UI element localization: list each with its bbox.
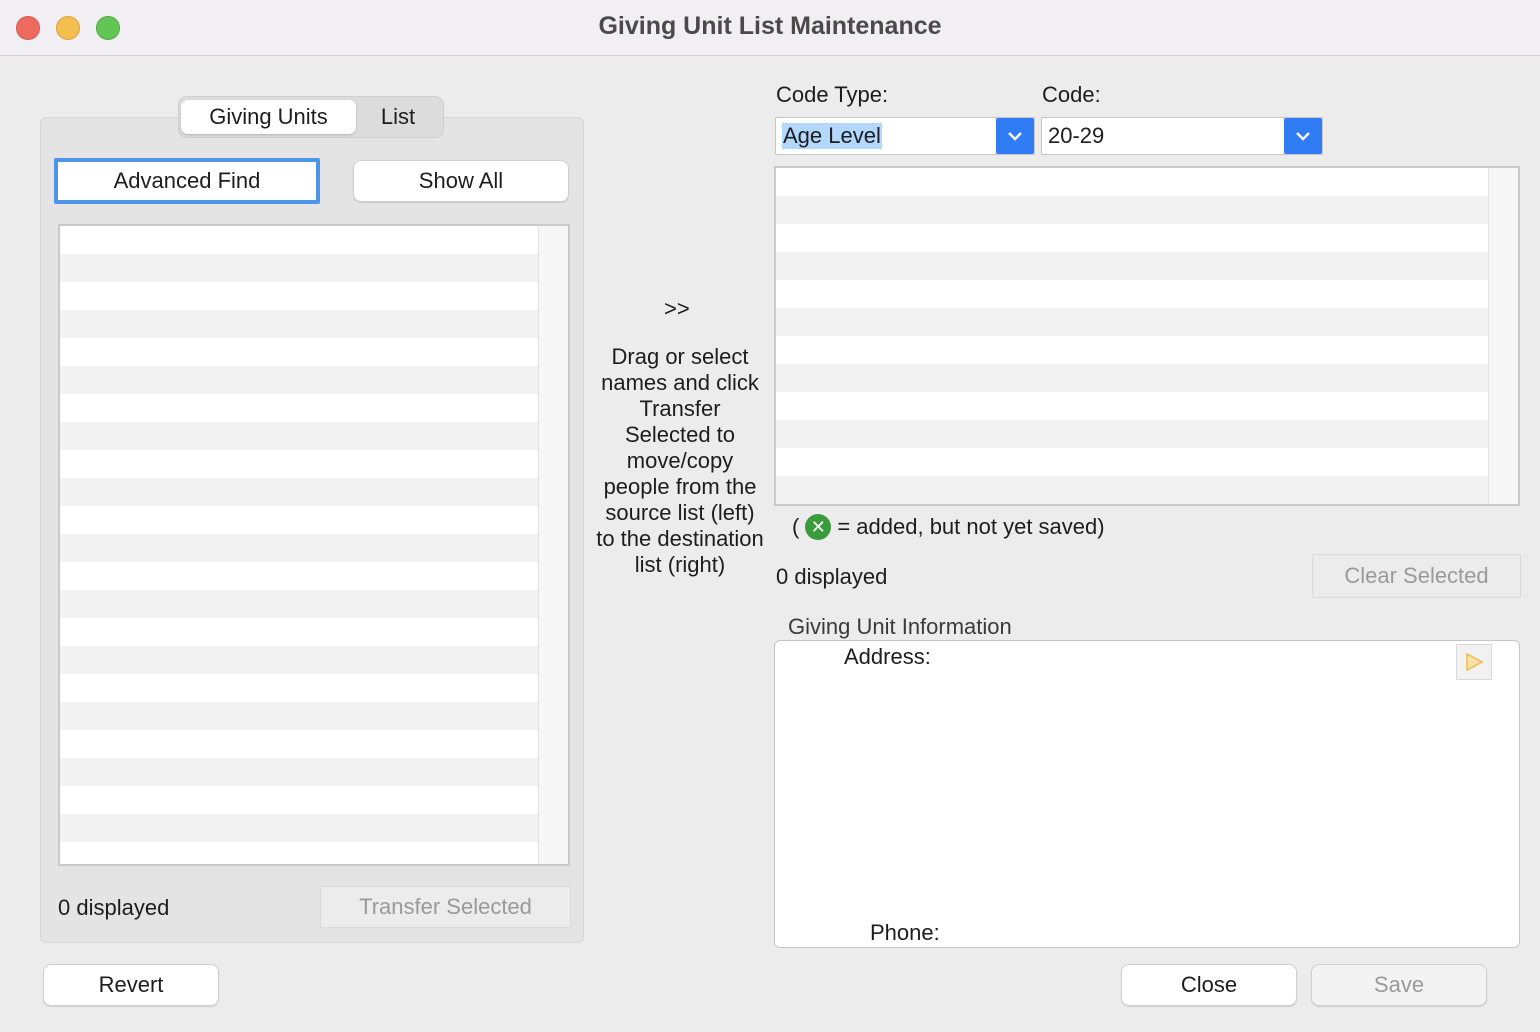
destination-list-scrollbar[interactable] <box>1488 168 1518 504</box>
code-value: 20-29 <box>1048 123 1105 148</box>
code-type-select[interactable]: Age Level <box>775 117 1035 155</box>
tab-list[interactable]: List <box>358 100 438 134</box>
chevron-down-icon <box>996 118 1034 154</box>
chevron-down-icon <box>1284 118 1322 154</box>
code-label: Code: <box>1042 82 1101 107</box>
added-legend: ( ✕ = added, but not yet saved) <box>792 514 1105 540</box>
transfer-instructions: Drag or select names and click Transfer … <box>596 344 764 577</box>
source-list-scrollbar[interactable] <box>538 226 568 864</box>
phone-label: Phone: <box>870 920 940 945</box>
legend-text: = added, but not yet saved) <box>837 514 1105 539</box>
show-all-button[interactable]: Show All <box>353 160 569 202</box>
legend-open-paren: ( <box>792 514 800 539</box>
giving-unit-info-box <box>774 640 1520 948</box>
code-type-label: Code Type: <box>776 82 889 107</box>
address-label: Address: <box>844 644 931 669</box>
tab-giving-units[interactable]: Giving Units <box>181 100 356 134</box>
destination-list[interactable] <box>774 166 1520 506</box>
destination-displayed-count: 0 displayed <box>776 564 888 589</box>
close-button[interactable]: Close <box>1121 964 1297 1006</box>
save-button[interactable]: Save <box>1311 964 1487 1006</box>
advanced-find-button[interactable]: Advanced Find <box>54 158 320 204</box>
clear-selected-button[interactable]: Clear Selected <box>1312 554 1521 598</box>
source-list[interactable] <box>58 224 570 866</box>
transfer-selected-button[interactable]: Transfer Selected <box>320 886 571 928</box>
play-triangle-icon <box>1466 652 1484 672</box>
code-type-value: Age Level <box>782 123 882 149</box>
code-select[interactable]: 20-29 <box>1041 117 1323 155</box>
giving-unit-info-title: Giving Unit Information <box>788 614 1012 639</box>
play-button[interactable] <box>1456 644 1492 680</box>
window-title: Giving Unit List Maintenance <box>598 12 942 40</box>
green-x-circle-icon: ✕ <box>805 514 832 540</box>
source-displayed-count: 0 displayed <box>58 895 170 920</box>
destination-list-rows <box>776 168 1518 504</box>
source-list-rows <box>60 226 568 864</box>
transfer-arrow-label: >> <box>664 296 690 321</box>
revert-button[interactable]: Revert <box>43 964 219 1006</box>
